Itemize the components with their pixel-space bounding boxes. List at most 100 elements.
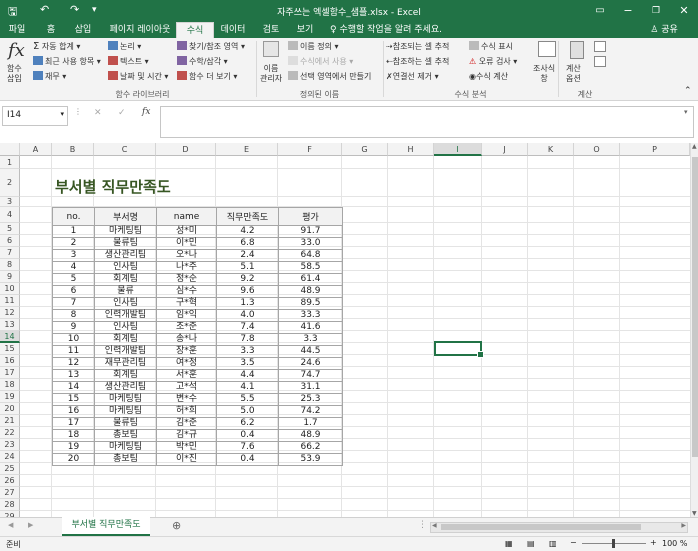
table-cell[interactable]: 61.4 [278,273,343,286]
column-header[interactable]: F [278,143,342,156]
table-cell[interactable]: 임*익 [156,309,217,322]
table-cell[interactable]: 1 [52,225,95,238]
scroll-tabs-left-icon[interactable]: ◀ [8,521,13,529]
column-header[interactable]: G [342,143,388,156]
table-cell[interactable]: 인사팀 [94,261,157,274]
formula-input[interactable] [160,106,694,138]
table-cell[interactable]: 서*훈 [156,369,217,382]
table-cell[interactable]: 7.6 [216,441,279,454]
page-layout-view-icon[interactable]: ▤ [527,539,535,548]
vertical-scrollbar[interactable]: ▲ ▼ [690,143,698,517]
sheet-title[interactable]: 부서별 직무만족도 [55,176,171,197]
table-cell[interactable]: 인사팀 [94,321,157,334]
add-sheet-icon[interactable]: ⊕ [172,519,181,532]
table-cell[interactable]: 44.5 [278,345,343,358]
table-cell[interactable]: 3 [52,249,95,262]
zoom-slider[interactable] [582,539,646,548]
table-cell[interactable]: 송*나 [156,333,217,346]
tab-formulas[interactable]: 수식 [176,22,214,39]
table-cell[interactable]: 11 [52,345,95,358]
table-cell[interactable]: 김*규 [156,429,217,442]
ribbon-display-icon[interactable]: ▭ [586,0,614,22]
column-header[interactable]: B [52,143,94,156]
table-cell[interactable]: 7 [52,297,95,310]
table-cell[interactable]: 마케팅팀 [94,393,157,406]
table-cell[interactable]: 김*준 [156,417,217,430]
row-header[interactable]: 27 [0,487,20,499]
tab-review[interactable]: 검토 [256,22,286,38]
header-cell[interactable]: no. [52,207,95,226]
column-header[interactable]: A [20,143,52,156]
zoom-out-button[interactable]: − [570,538,577,547]
table-cell[interactable]: 회계팀 [94,273,157,286]
table-cell[interactable]: 마케팅팀 [94,405,157,418]
table-cell[interactable]: 재무관리팀 [94,357,157,370]
row-header[interactable]: 26 [0,475,20,487]
table-cell[interactable]: 5.1 [216,261,279,274]
insert-function-button[interactable]: 함수 삽입 [7,64,22,84]
normal-view-icon[interactable]: ▦ [505,539,513,548]
horizontal-scrollbar[interactable]: ◀ ▶ [430,522,688,533]
row-header[interactable]: 21 [0,415,20,427]
tab-page-layout[interactable]: 페이지 레이아웃 [104,22,176,38]
table-cell[interactable]: 물류팀 [94,417,157,430]
tab-view[interactable]: 보기 [292,22,318,38]
table-cell[interactable]: 여*정 [156,357,217,370]
row-header[interactable]: 15 [0,343,20,355]
table-cell[interactable]: 회계팀 [94,369,157,382]
table-cell[interactable]: 0.4 [216,429,279,442]
function-icon[interactable]: fx [8,40,25,61]
autosum-button[interactable]: Σ 자동 합계 ▾ [33,41,80,52]
table-cell[interactable]: 2 [52,237,95,250]
name-box[interactable]: I14 ▾ [2,106,68,126]
table-cell[interactable]: 장*훈 [156,345,217,358]
table-cell[interactable]: 53.9 [278,453,343,466]
table-cell[interactable]: 74.2 [278,405,343,418]
table-cell[interactable]: 조*준 [156,321,217,334]
column-header-selected[interactable]: I [434,143,482,156]
tab-file[interactable]: 파일 [4,22,30,38]
header-cell[interactable]: 부서명 [94,207,157,226]
row-header[interactable]: 28 [0,499,20,511]
table-cell[interactable]: 물류팀 [94,237,157,250]
table-cell[interactable]: 9 [52,321,95,334]
error-checking-button[interactable]: ⚠ 오류 검사 ▾ [469,56,517,67]
collapse-ribbon-icon[interactable]: ⌃ [684,86,692,96]
lookup-button[interactable]: 찾기/참조 영역 ▾ [177,41,245,52]
table-cell[interactable]: 5.0 [216,405,279,418]
column-header[interactable]: K [528,143,574,156]
table-cell[interactable]: 심*수 [156,285,217,298]
select-all-corner[interactable] [0,143,20,156]
row-header[interactable]: 2 [0,169,20,197]
remove-arrows-button[interactable]: ✗연결선 제거 ▾ [386,71,439,82]
row-header[interactable]: 25 [0,463,20,475]
table-cell[interactable]: 정*순 [156,273,217,286]
table-cell[interactable]: 6 [52,285,95,298]
table-cell[interactable]: 3.5 [216,357,279,370]
table-cell[interactable]: 64.8 [278,249,343,262]
page-break-view-icon[interactable]: ▥ [549,539,557,548]
trace-precedents-button[interactable]: ⇢참조되는 셀 추적 [386,41,449,52]
table-cell[interactable]: 4.2 [216,225,279,238]
row-header[interactable]: 8 [0,259,20,271]
row-header[interactable]: 1 [0,156,20,169]
row-header[interactable]: 18 [0,379,20,391]
tell-me-search[interactable]: ♀ 수행할 작업을 알려 주세요. [330,22,480,38]
scroll-up-icon[interactable]: ▲ [692,143,697,150]
row-header[interactable]: 13 [0,319,20,331]
table-cell[interactable]: 9.2 [216,273,279,286]
calc-sheet-icon[interactable] [594,56,606,67]
table-cell[interactable]: 4 [52,261,95,274]
scroll-thumb[interactable] [692,157,698,457]
table-cell[interactable]: 나*주 [156,261,217,274]
split-grip-icon[interactable]: ⋮ [418,520,427,530]
table-cell[interactable]: 박*민 [156,441,217,454]
watch-window-button[interactable]: 조사식 창 [533,64,555,84]
row-header[interactable]: 17 [0,367,20,379]
table-cell[interactable]: 성*미 [156,225,217,238]
table-cell[interactable]: 6.2 [216,417,279,430]
table-cell[interactable]: 91.7 [278,225,343,238]
scroll-tabs-right-icon[interactable]: ▶ [28,521,33,529]
table-cell[interactable]: 20 [52,453,95,466]
row-header[interactable]: 12 [0,307,20,319]
